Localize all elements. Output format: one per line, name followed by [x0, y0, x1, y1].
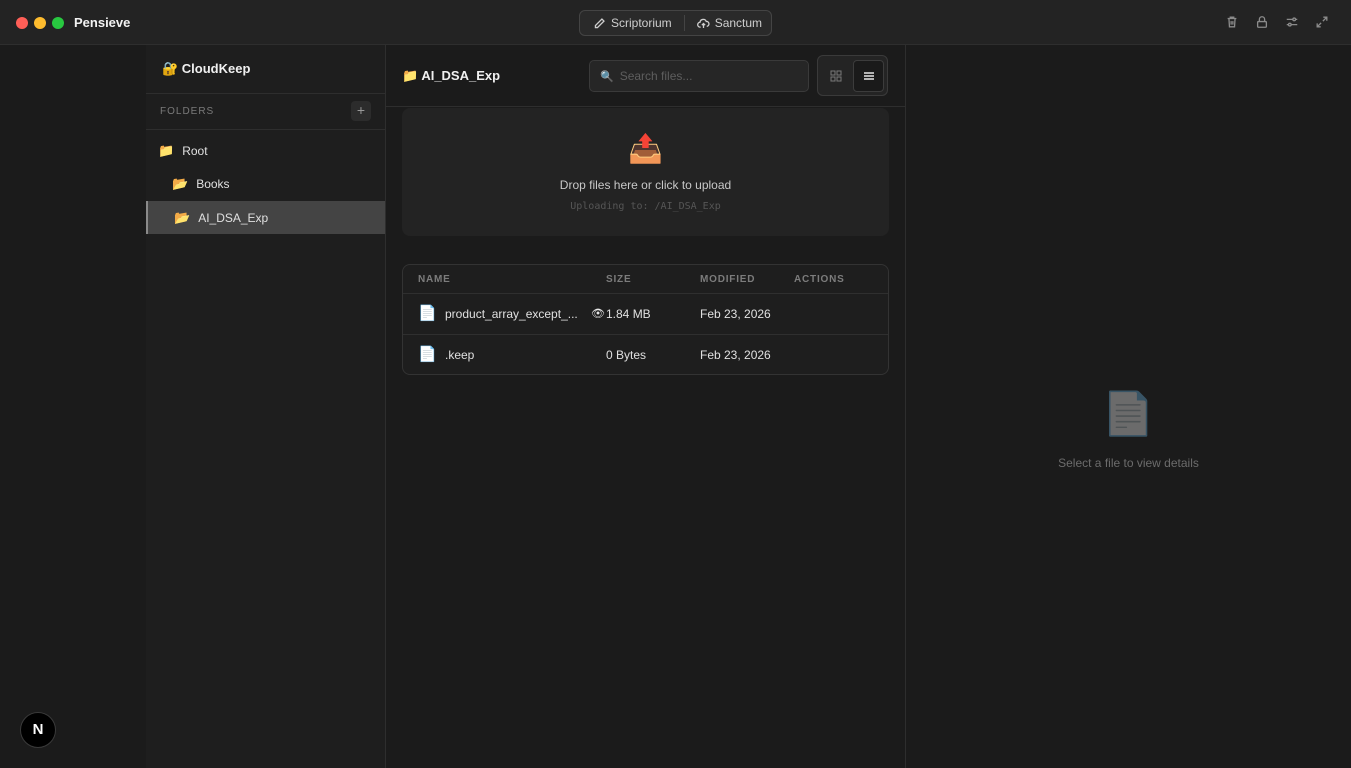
maximize-window-button[interactable] — [52, 17, 64, 29]
grid-view-button[interactable] — [821, 60, 851, 92]
search-box: 🔍 — [589, 60, 809, 92]
details-empty-text: Select a file to view details — [1058, 456, 1199, 470]
folder-icon: 📁 — [158, 142, 175, 158]
title-bar: Pensieve Scriptorium Sanctum — [0, 0, 1351, 45]
file-table: NAME SIZE MODIFIED ACTIONS 📄 product_arr… — [402, 264, 889, 375]
file-icon: 📄 — [418, 346, 437, 363]
search-input[interactable] — [619, 69, 800, 83]
title-toolbar — [1225, 15, 1329, 29]
settings-sliders-icon[interactable] — [1285, 15, 1299, 29]
add-folder-button[interactable]: + — [351, 101, 371, 121]
dropzone-text: Drop files here or click to upload — [559, 178, 732, 192]
sanctum-label: Sanctum — [714, 16, 763, 30]
folder-label: Books — [196, 176, 230, 191]
window-controls — [16, 17, 64, 29]
cloud-upload-icon — [696, 18, 710, 28]
mode-switch: Scriptorium Sanctum — [579, 10, 772, 36]
grid-icon — [830, 70, 842, 81]
file-browser: 📁 AI_DSA_Exp 🔍 📤 Drop files here or clic… — [386, 45, 906, 768]
app-title: Pensieve — [74, 15, 131, 30]
open-folder-icon: 📂 — [174, 209, 191, 225]
column-name[interactable]: NAME — [418, 274, 451, 285]
column-actions: ACTIONS — [794, 274, 845, 285]
folder-item-books[interactable]: 📂 Books — [146, 167, 385, 200]
minimize-window-button[interactable] — [34, 17, 46, 29]
upload-dropzone[interactable]: 📤 Drop files here or click to upload Upl… — [402, 108, 889, 236]
table-row[interactable]: 📄 product_array_except_... 👁 1.84 MB Feb… — [403, 294, 888, 335]
folder-label: AI_DSA_Exp — [198, 210, 269, 225]
file-modified: Feb 23, 2026 — [700, 307, 771, 321]
preview-eye-icon[interactable]: 👁 — [591, 307, 605, 320]
table-row[interactable]: 📄 .keep 0 Bytes Feb 23, 2026 — [403, 335, 888, 374]
upload-tray-icon: 📤 — [628, 133, 663, 164]
expand-icon[interactable] — [1315, 15, 1329, 29]
view-toggle — [817, 55, 888, 96]
file-name[interactable]: .keep — [445, 348, 474, 362]
file-size: 1.84 MB — [606, 307, 651, 321]
table-header: NAME SIZE MODIFIED ACTIONS — [403, 265, 888, 294]
document-icon: 📄 — [1102, 390, 1155, 437]
folders-header: FOLDERS + — [146, 93, 385, 130]
list-view-button[interactable] — [853, 59, 884, 92]
nextjs-dev-badge[interactable]: N — [20, 712, 56, 748]
browser-header: 📁 AI_DSA_Exp 🔍 — [386, 45, 905, 107]
open-folder-icon: 📂 — [172, 175, 189, 191]
close-window-button[interactable] — [16, 17, 28, 29]
list-icon — [863, 71, 874, 80]
folders-section-label: FOLDERS — [160, 106, 215, 117]
folder-item-root[interactable]: 📁 Root — [146, 134, 385, 167]
search-icon: 🔍 — [600, 70, 614, 83]
folder-label: Root — [182, 143, 208, 158]
trash-icon[interactable] — [1225, 15, 1239, 29]
pencil-icon — [594, 17, 605, 28]
folder-item-ai-dsa-exp[interactable]: 📂 AI_DSA_Exp — [146, 201, 385, 234]
file-size: 0 Bytes — [606, 348, 647, 362]
brand-title: 🔐 CloudKeep — [162, 61, 251, 76]
file-modified: Feb 23, 2026 — [700, 348, 771, 362]
scriptorium-mode-button[interactable]: Scriptorium — [580, 15, 685, 31]
file-name[interactable]: product_array_except_... — [445, 307, 578, 321]
column-modified[interactable]: MODIFIED — [700, 274, 755, 285]
upload-path-text: Uploading to: /AI_DSA_Exp — [570, 201, 721, 212]
column-size[interactable]: SIZE — [606, 274, 631, 285]
details-panel: 📄 Select a file to view details — [906, 45, 1351, 768]
lock-icon[interactable] — [1255, 15, 1269, 29]
sanctum-mode-button[interactable]: Sanctum — [685, 11, 774, 35]
file-icon: 📄 — [418, 305, 437, 322]
current-folder-title: 📁 AI_DSA_Exp — [402, 68, 501, 83]
scriptorium-label: Scriptorium — [611, 16, 672, 30]
sidebar: 🔐 CloudKeep FOLDERS + 📁 Root 📂 Books 📂 A… — [146, 45, 386, 768]
